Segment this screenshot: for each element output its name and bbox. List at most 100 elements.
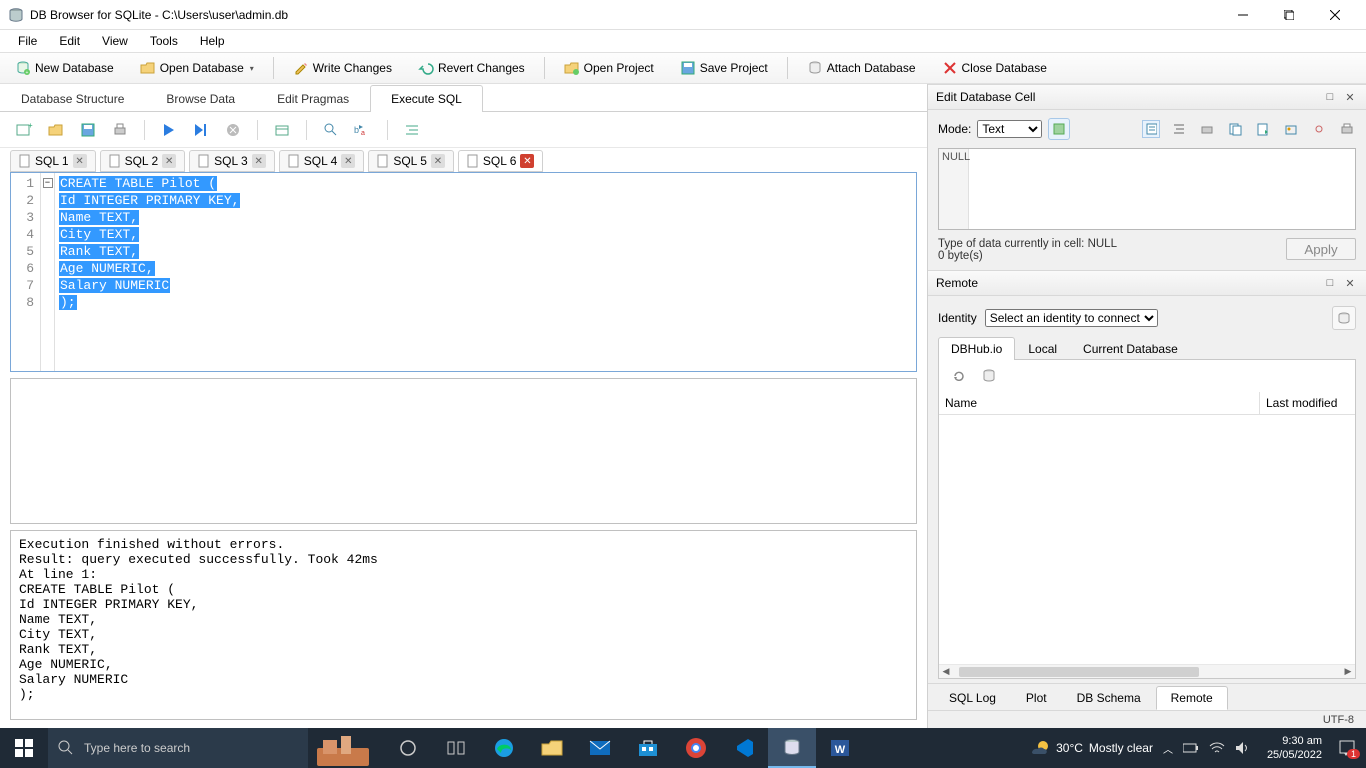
notifications-icon[interactable]: 1: [1338, 739, 1356, 757]
tab-execute-sql[interactable]: Execute SQL: [370, 85, 483, 112]
col-name[interactable]: Name: [939, 392, 1260, 414]
bottom-tab-sql-log[interactable]: SQL Log: [934, 686, 1011, 710]
identity-select[interactable]: Select an identity to connect: [985, 309, 1158, 327]
print-icon[interactable]: [1338, 120, 1356, 138]
identity-settings-icon[interactable]: [1332, 306, 1356, 330]
file-explorer-icon[interactable]: [528, 728, 576, 768]
taskbar-news-icon[interactable]: [308, 728, 378, 768]
copy-cell-icon[interactable]: [1226, 120, 1244, 138]
tray-volume-icon[interactable]: [1235, 741, 1251, 755]
chrome-icon[interactable]: [672, 728, 720, 768]
tab-database-structure[interactable]: Database Structure: [0, 85, 145, 112]
cell-content[interactable]: [969, 149, 1355, 229]
tray-chevron-icon[interactable]: ︿: [1163, 741, 1173, 756]
menu-file[interactable]: File: [8, 32, 47, 50]
bottom-tab-db-schema[interactable]: DB Schema: [1062, 686, 1156, 710]
close-tab-icon[interactable]: ✕: [341, 154, 355, 168]
open-sql-icon[interactable]: [46, 120, 66, 140]
new-tab-icon[interactable]: +: [14, 120, 34, 140]
edit-cell-header: Edit Database Cell □ ✕: [928, 84, 1366, 110]
export-cell-icon[interactable]: [1254, 120, 1272, 138]
fold-toggle-icon[interactable]: −: [43, 178, 53, 188]
store-icon[interactable]: [624, 728, 672, 768]
col-last-modified[interactable]: Last modified: [1260, 392, 1355, 414]
save-sql-icon[interactable]: [78, 120, 98, 140]
undock-icon[interactable]: □: [1322, 275, 1338, 291]
close-panel-icon[interactable]: ✕: [1342, 275, 1358, 291]
sql-tab-2[interactable]: SQL 2✕: [100, 150, 186, 172]
close-tab-icon[interactable]: ✕: [520, 154, 534, 168]
indent-icon[interactable]: [1170, 120, 1188, 138]
output-pane[interactable]: Execution finished without errors. Resul…: [10, 530, 917, 720]
sql-tab-5[interactable]: SQL 5✕: [368, 150, 454, 172]
undock-icon[interactable]: □: [1322, 89, 1338, 105]
open-project-button[interactable]: Open Project: [555, 56, 663, 80]
menu-view[interactable]: View: [92, 32, 138, 50]
open-database-button[interactable]: Open Database ▾: [131, 56, 263, 80]
vscode-icon[interactable]: [720, 728, 768, 768]
cortana-icon[interactable]: [432, 728, 480, 768]
upload-db-icon[interactable]: [981, 368, 997, 384]
close-button[interactable]: [1312, 0, 1358, 30]
remote-tab-current[interactable]: Current Database: [1070, 337, 1191, 360]
mail-icon[interactable]: [576, 728, 624, 768]
import-cell-icon[interactable]: [1282, 120, 1300, 138]
new-database-button[interactable]: + New Database: [6, 56, 123, 80]
sql-tab-1[interactable]: SQL 1✕: [10, 150, 96, 172]
cell-editor[interactable]: NULL: [938, 148, 1356, 230]
run-icon[interactable]: [159, 120, 179, 140]
write-changes-button[interactable]: Write Changes: [284, 56, 401, 80]
refresh-icon[interactable]: [951, 368, 967, 384]
menu-help[interactable]: Help: [190, 32, 235, 50]
menu-tools[interactable]: Tools: [140, 32, 188, 50]
sql-tab-6[interactable]: SQL 6✕: [458, 150, 544, 172]
save-project-button[interactable]: Save Project: [671, 56, 777, 80]
code-area[interactable]: CREATE TABLE Pilot ( Id INTEGER PRIMARY …: [55, 173, 916, 371]
auto-format-icon[interactable]: [1048, 118, 1070, 140]
attach-database-button[interactable]: Attach Database: [798, 56, 925, 80]
tray-clock[interactable]: 9:30 am 25/05/2022: [1261, 734, 1328, 762]
tab-browse-data[interactable]: Browse Data: [145, 85, 256, 112]
bottom-tab-plot[interactable]: Plot: [1011, 686, 1062, 710]
minimize-button[interactable]: [1220, 0, 1266, 30]
close-tab-icon[interactable]: ✕: [73, 154, 87, 168]
mode-select[interactable]: Text: [977, 120, 1042, 138]
apply-button[interactable]: Apply: [1286, 238, 1356, 260]
revert-changes-button[interactable]: Revert Changes: [409, 56, 534, 80]
task-view-icon[interactable]: [384, 728, 432, 768]
indent-icon[interactable]: [402, 120, 422, 140]
print-cell-icon[interactable]: [1198, 120, 1216, 138]
tray-battery-icon[interactable]: [1183, 742, 1199, 754]
remote-tab-local[interactable]: Local: [1015, 337, 1070, 360]
taskbar-search[interactable]: Type here to search: [48, 728, 308, 768]
horizontal-scrollbar[interactable]: ◀▶: [939, 664, 1355, 678]
close-tab-icon[interactable]: ✕: [252, 154, 266, 168]
sql-tab-3[interactable]: SQL 3✕: [189, 150, 275, 172]
panel-title: Remote: [936, 276, 1318, 290]
close-database-button[interactable]: Close Database: [933, 56, 1056, 80]
stop-icon[interactable]: [223, 120, 243, 140]
text-view-icon[interactable]: [1142, 120, 1160, 138]
start-button[interactable]: [0, 728, 48, 768]
sql-tab-4[interactable]: SQL 4✕: [279, 150, 365, 172]
maximize-button[interactable]: [1266, 0, 1312, 30]
find-replace-icon[interactable]: ba: [353, 120, 373, 140]
tab-edit-pragmas[interactable]: Edit Pragmas: [256, 85, 370, 112]
close-tab-icon[interactable]: ✕: [431, 154, 445, 168]
weather-widget[interactable]: 30°C Mostly clear: [1030, 738, 1153, 758]
close-tab-icon[interactable]: ✕: [162, 154, 176, 168]
sql-editor[interactable]: 12345678 − CREATE TABLE Pilot ( Id INTEG…: [10, 172, 917, 372]
null-cell-icon[interactable]: [1310, 120, 1328, 138]
remote-tab-dbhub[interactable]: DBHub.io: [938, 337, 1015, 360]
print-icon[interactable]: [110, 120, 130, 140]
run-line-icon[interactable]: [191, 120, 211, 140]
db-browser-icon[interactable]: [768, 728, 816, 768]
word-icon[interactable]: W: [816, 728, 864, 768]
edge-icon[interactable]: [480, 728, 528, 768]
bottom-tab-remote[interactable]: Remote: [1156, 686, 1228, 710]
save-results-icon[interactable]: [272, 120, 292, 140]
find-icon[interactable]: [321, 120, 341, 140]
menu-edit[interactable]: Edit: [49, 32, 90, 50]
tray-wifi-icon[interactable]: [1209, 741, 1225, 755]
close-panel-icon[interactable]: ✕: [1342, 89, 1358, 105]
